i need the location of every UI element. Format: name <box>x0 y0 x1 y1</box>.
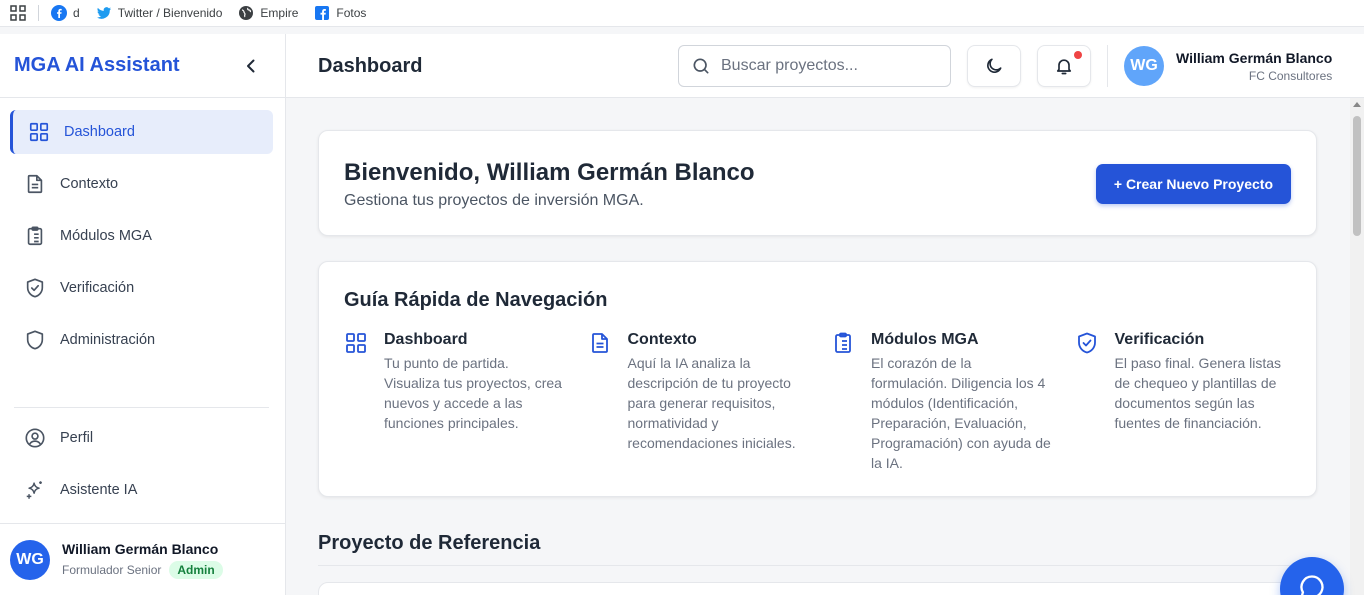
app-title: MGA AI Assistant <box>14 54 180 76</box>
guide-items: Dashboard Tu punto de partida. Visualiza… <box>344 331 1318 473</box>
reference-project-card <box>318 582 1317 595</box>
page-scrollbar[interactable] <box>1350 98 1364 595</box>
moon-icon <box>987 58 1002 73</box>
theme-toggle-button[interactable] <box>967 45 1021 87</box>
welcome-title: Bienvenido, William Germán Blanco <box>344 159 755 186</box>
bookmark-label: d <box>73 6 80 20</box>
sidebar-item-asistente-ia[interactable]: Asistente IA <box>10 468 273 512</box>
bookmarks-bar: d Twitter / Bienvenido Empire Fotos <box>0 0 1364 27</box>
grid-icon <box>29 122 49 142</box>
sidebar-item-modulos-mga[interactable]: Módulos MGA <box>10 214 273 258</box>
section-divider <box>318 565 1317 566</box>
sparkles-icon <box>26 481 42 499</box>
bookmark-fotos[interactable]: Fotos <box>314 5 366 21</box>
guide-item-verificacion: Verificación El paso final. Genera lista… <box>1075 331 1319 473</box>
shield-icon <box>26 330 44 350</box>
create-project-button[interactable]: + Crear Nuevo Proyecto <box>1095 164 1291 204</box>
guide-item-title: Verificación <box>1114 331 1205 348</box>
grid-icon <box>346 333 366 353</box>
collapse-sidebar-button[interactable] <box>241 56 261 76</box>
bookmark-facebook[interactable]: d <box>51 5 80 21</box>
twitter-icon <box>96 7 111 19</box>
user-role: Formulador Senior <box>62 562 162 577</box>
guide-item-title: Dashboard <box>384 331 468 348</box>
search-box[interactable] <box>678 45 951 87</box>
reference-project-title: Proyecto de Referencia <box>318 532 541 554</box>
guide-item-dashboard: Dashboard Tu punto de partida. Visualiza… <box>344 331 588 473</box>
sidebar-item-contexto[interactable]: Contexto <box>10 162 273 206</box>
sidebar-nav: Dashboard Contexto Módulos MGA Verificac… <box>0 98 285 362</box>
document-icon <box>591 333 608 353</box>
guide-item-description: Tu punto de partida. Visualiza tus proye… <box>384 355 562 431</box>
search-input[interactable] <box>721 57 921 75</box>
notifications-button[interactable] <box>1037 45 1091 87</box>
role-badge: Admin <box>169 560 223 579</box>
sidebar-user-card[interactable]: WG William Germán Blanco Formulador Seni… <box>0 523 285 595</box>
main-content: Bienvenido, William Germán Blanco Gestio… <box>286 98 1350 595</box>
globe-icon <box>239 6 254 20</box>
avatar: WG <box>10 539 50 580</box>
facebook-square-icon <box>315 6 330 20</box>
shield-check-icon <box>26 278 44 298</box>
header-user-menu[interactable]: WG William Germán Blanco FC Consultores <box>1124 46 1332 86</box>
guide-item-title: Contexto <box>627 331 697 348</box>
sidebar-item-label: Dashboard <box>64 124 135 140</box>
clipboard-list-icon <box>835 332 851 353</box>
welcome-subtitle: Gestiona tus proyectos de inversión MGA. <box>344 192 644 209</box>
sidebar-item-label: Verificación <box>60 280 135 296</box>
sidebar-item-dashboard[interactable]: Dashboard <box>10 110 273 154</box>
page-title: Dashboard <box>318 55 423 77</box>
sidebar-divider <box>14 407 269 408</box>
facebook-icon <box>51 5 67 21</box>
apps-grid-icon[interactable] <box>10 5 26 21</box>
sidebar-item-perfil[interactable]: Perfil <box>10 416 273 460</box>
bookmark-label: Empire <box>260 6 299 20</box>
quick-guide-card: Guía Rápida de Navegación Dashboard Tu p… <box>318 261 1317 497</box>
bookmark-twitter[interactable]: Twitter / Bienvenido <box>96 5 223 21</box>
guide-item-description: El paso final. Genera listas de chequeo … <box>1114 355 1282 431</box>
user-name: William Germán Blanco <box>62 540 219 557</box>
sidebar-item-label: Contexto <box>60 176 119 192</box>
guide-item-modulos-mga: Módulos MGA El corazón de la formulación… <box>831 331 1075 473</box>
guide-item-description: El corazón de la formulación. Diligencia… <box>871 355 1051 471</box>
clipboard-list-icon <box>27 226 43 246</box>
bookmark-label: Fotos <box>336 6 367 20</box>
bookmark-empire[interactable]: Empire <box>238 5 298 21</box>
top-bar: Dashboard WG William Germán Blanco FC Co… <box>286 34 1364 98</box>
sidebar-item-label: Perfil <box>60 430 94 446</box>
sidebar: MGA AI Assistant Dashboard Contexto Módu… <box>0 34 286 595</box>
sidebar-item-label: Administración <box>60 332 156 348</box>
bookmarks-divider <box>38 5 39 21</box>
shield-check-icon <box>1077 332 1096 354</box>
search-icon <box>693 58 709 74</box>
sidebar-item-verificacion[interactable]: Verificación <box>10 266 273 310</box>
avatar: WG <box>1124 46 1164 86</box>
scrollbar-thumb[interactable] <box>1353 116 1361 236</box>
guide-title: Guía Rápida de Navegación <box>344 289 608 311</box>
bookmark-label: Twitter / Bienvenido <box>117 6 223 20</box>
chevron-left-icon <box>247 59 255 72</box>
sidebar-header: MGA AI Assistant <box>0 34 285 98</box>
sidebar-item-label: Asistente IA <box>60 482 138 498</box>
document-icon <box>27 174 43 194</box>
guide-item-title: Módulos MGA <box>871 331 979 348</box>
user-circle-icon <box>25 428 45 448</box>
notification-dot <box>1074 51 1082 59</box>
header-divider <box>1107 45 1108 87</box>
scroll-up-arrow[interactable] <box>1353 102 1361 107</box>
sidebar-secondary-nav: Perfil Asistente IA <box>10 416 273 520</box>
bell-icon <box>1056 59 1072 75</box>
guide-item-description: Aquí la IA analiza la descripción de tu … <box>627 355 796 451</box>
sidebar-item-administracion[interactable]: Administración <box>10 318 273 362</box>
chat-bubble-icon <box>1300 575 1324 595</box>
user-organization: FC Consultores <box>1248 68 1333 83</box>
welcome-card: Bienvenido, William Germán Blanco Gestio… <box>318 130 1317 236</box>
guide-item-contexto: Contexto Aquí la IA analiza la descripci… <box>588 331 832 473</box>
sidebar-item-label: Módulos MGA <box>60 228 152 244</box>
user-name: William Germán Blanco <box>1176 49 1333 66</box>
